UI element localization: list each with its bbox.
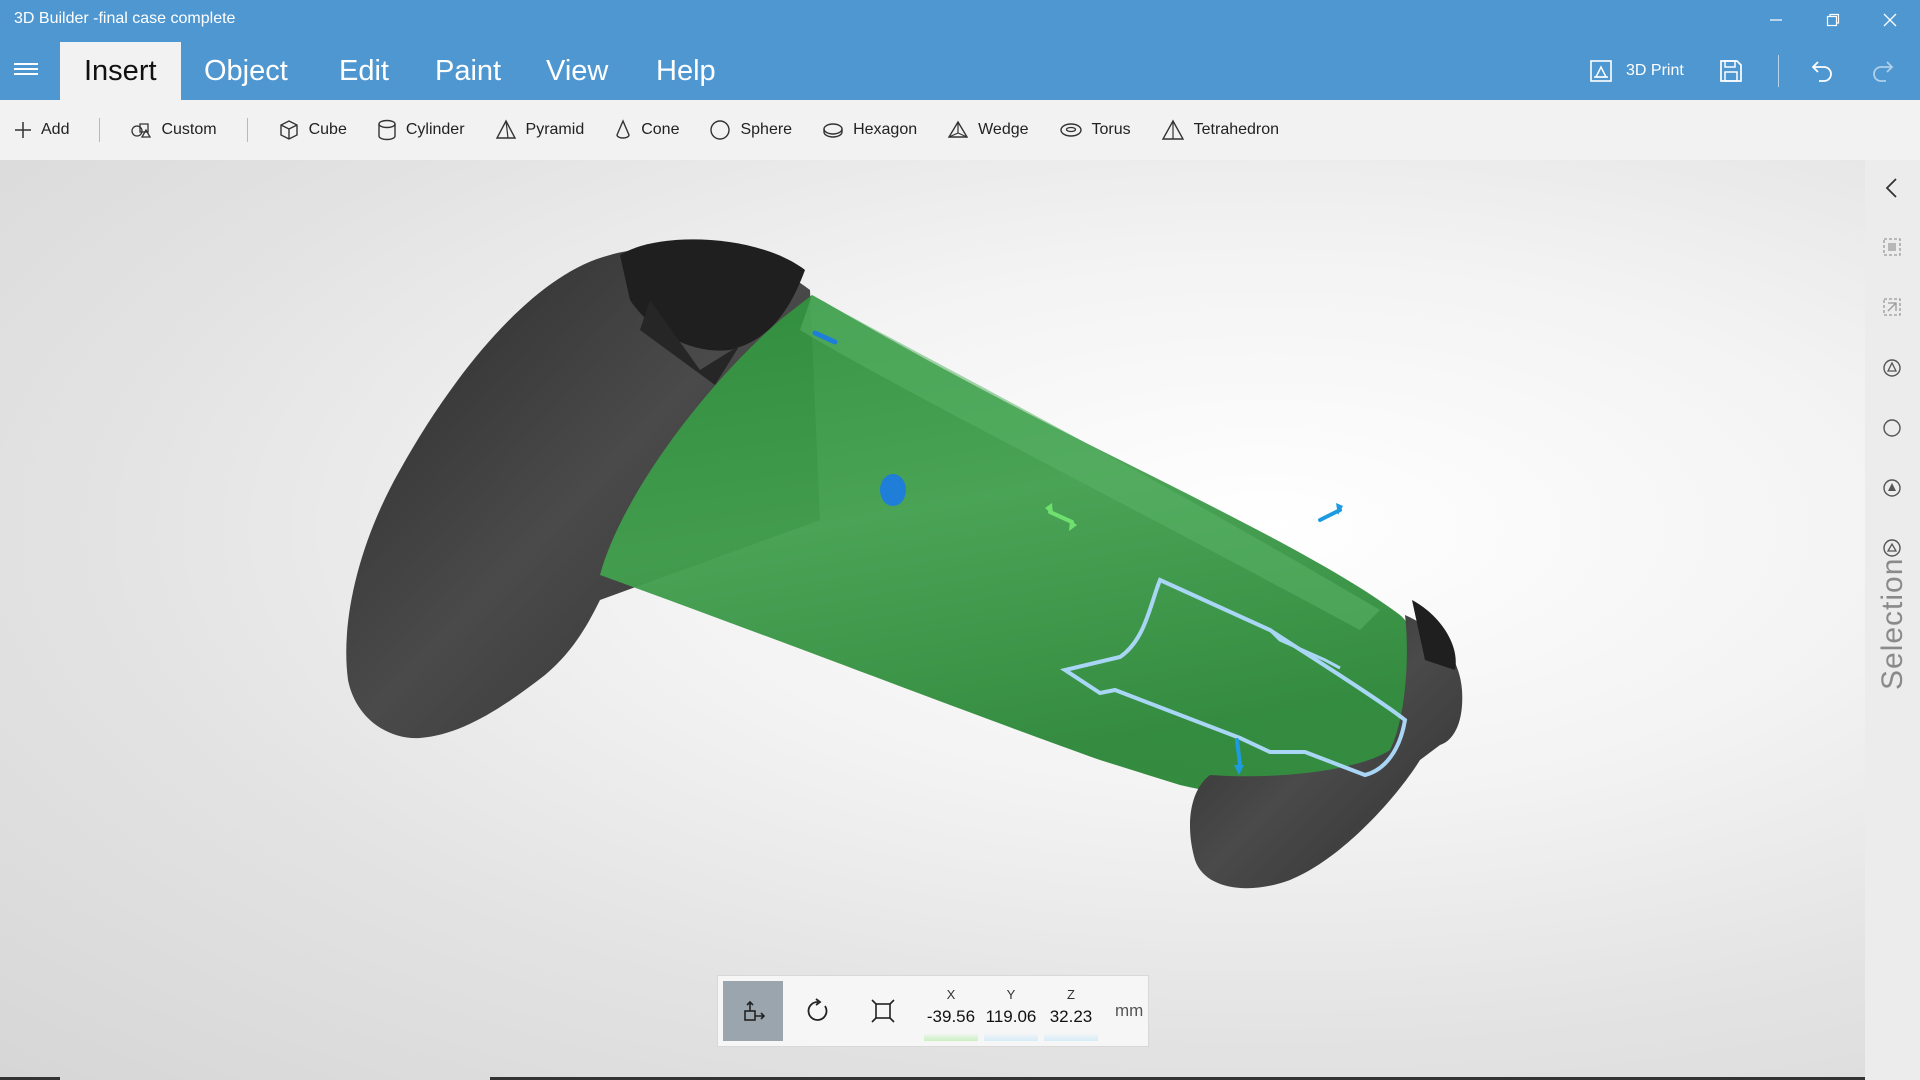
move-icon: [744, 1000, 766, 1021]
tetrahedron-label: Tetrahedron: [1193, 121, 1280, 138]
add-label: Add: [41, 121, 70, 138]
3d-viewport[interactable]: [0, 160, 1865, 1080]
insert-tetrahedron-button[interactable]: Tetrahedron: [1161, 119, 1279, 141]
z-label: Z: [1067, 987, 1075, 1002]
select-vertices-button[interactable]: [1879, 415, 1905, 441]
insert-cylinder-button[interactable]: Cylinder: [377, 119, 465, 141]
toolbar-divider: [1777, 55, 1779, 87]
scale-handle[interactable]: [880, 474, 906, 506]
hamburger-menu-button[interactable]: [14, 60, 38, 78]
select-objects-button[interactable]: [1879, 294, 1905, 320]
pyramid-icon: [495, 119, 516, 139]
selection-panel-label: Selection: [1876, 557, 1909, 690]
custom-shapes-icon: [131, 123, 152, 138]
insert-hexagon-button[interactable]: Hexagon: [822, 120, 917, 140]
redo-icon: [1872, 61, 1894, 82]
insert-cone-button[interactable]: Cone: [614, 119, 679, 141]
z-value: 32.23: [1049, 1007, 1093, 1026]
3d-print-label: 3D Print: [1626, 62, 1684, 79]
chevron-left-icon: [1885, 178, 1897, 198]
move-handle-blue[interactable]: [1318, 508, 1342, 522]
select-edges-icon: [1883, 479, 1901, 497]
select-faces-button[interactable]: [1879, 355, 1905, 381]
select-edges-button[interactable]: [1879, 475, 1905, 501]
plus-icon: [15, 122, 31, 138]
insert-wedge-button[interactable]: Wedge: [947, 119, 1029, 141]
select-objects-icon: [1883, 298, 1901, 316]
y-label: Y: [1006, 987, 1016, 1002]
hexagon-label: Hexagon: [853, 121, 918, 138]
save-icon: [1719, 60, 1742, 82]
cone-label: Cone: [641, 121, 680, 138]
minimize-button[interactable]: [1756, 6, 1796, 34]
close-icon: [1883, 13, 1897, 27]
wedge-label: Wedge: [978, 121, 1029, 138]
restore-icon: [1826, 13, 1840, 27]
torus-icon: [1059, 123, 1082, 137]
sphere-icon: [710, 120, 731, 140]
restore-button[interactable]: [1813, 6, 1853, 34]
cylinder-label: Cylinder: [405, 121, 465, 138]
insert-pyramid-button[interactable]: Pyramid: [495, 119, 585, 141]
collapse-panel-button[interactable]: [1879, 175, 1905, 201]
redo-button[interactable]: [1870, 58, 1896, 84]
window-title: 3D Builder -final case complete: [14, 10, 236, 27]
hexagon-icon: [823, 123, 843, 138]
rotate-icon: [807, 998, 828, 1021]
toolbar-separator: [99, 118, 101, 142]
transform-bar: X -39.56 Y 119.06 Z 32.23 mm: [717, 975, 1149, 1047]
z-coordinate-field[interactable]: Z 32.23: [1041, 981, 1101, 1041]
cube-label: Cube: [308, 121, 347, 138]
close-button[interactable]: [1870, 6, 1910, 34]
3d-print-button[interactable]: 3D Print: [1588, 58, 1684, 84]
unit-label: mm: [1115, 1001, 1144, 1020]
wedge-icon: [947, 120, 969, 138]
tab-view[interactable]: View: [522, 42, 632, 100]
triangle-select-icon: [1883, 539, 1901, 557]
x-coordinate-field[interactable]: X -39.56: [921, 981, 981, 1041]
torus-label: Torus: [1091, 121, 1131, 138]
x-value: -39.56: [926, 1007, 976, 1026]
insert-cube-button[interactable]: Cube: [278, 119, 347, 141]
custom-label: Custom: [161, 121, 217, 138]
custom-button[interactable]: Custom: [130, 121, 217, 139]
tab-help[interactable]: Help: [632, 42, 740, 100]
select-all-icon: [1883, 238, 1901, 256]
rotate-tool-button[interactable]: [788, 981, 848, 1041]
undo-button[interactable]: [1809, 58, 1835, 84]
scale-tool-button[interactable]: [853, 981, 913, 1041]
tab-object[interactable]: Object: [180, 42, 312, 100]
insert-torus-button[interactable]: Torus: [1059, 121, 1131, 139]
circle-select-icon: [1883, 419, 1901, 437]
tab-edit[interactable]: Edit: [315, 42, 413, 100]
y-coordinate-field[interactable]: Y 119.06: [981, 981, 1041, 1041]
select-all-button[interactable]: [1879, 234, 1905, 260]
cylinder-icon: [378, 119, 396, 141]
pyramid-label: Pyramid: [525, 121, 585, 138]
toolbar-separator: [246, 118, 248, 142]
tetrahedron-icon: [1161, 119, 1184, 140]
save-button[interactable]: [1719, 59, 1743, 83]
select-faces-icon: [1883, 359, 1901, 377]
y-value: 119.06: [985, 1007, 1037, 1026]
tab-insert[interactable]: Insert: [60, 42, 181, 100]
cube-icon: [279, 120, 298, 140]
add-button[interactable]: Add: [14, 121, 69, 139]
cone-icon: [616, 119, 630, 139]
tab-paint[interactable]: Paint: [411, 42, 525, 100]
title-menu-bar: 3D Builder -final case complete Insert O…: [0, 0, 1920, 100]
insert-toolbar: Add Custom Cube Cylinder Pyramid Cone Sp…: [0, 100, 1920, 160]
minimize-icon: [1770, 19, 1782, 21]
sphere-label: Sphere: [740, 121, 793, 138]
controller-case-model[interactable]: [0, 160, 1865, 1080]
undo-icon: [1811, 61, 1832, 82]
move-tool-button[interactable]: [723, 981, 783, 1041]
x-label: X: [946, 987, 956, 1002]
scale-icon: [871, 999, 895, 1023]
insert-sphere-button[interactable]: Sphere: [709, 119, 792, 141]
3d-print-icon: [1590, 60, 1612, 82]
